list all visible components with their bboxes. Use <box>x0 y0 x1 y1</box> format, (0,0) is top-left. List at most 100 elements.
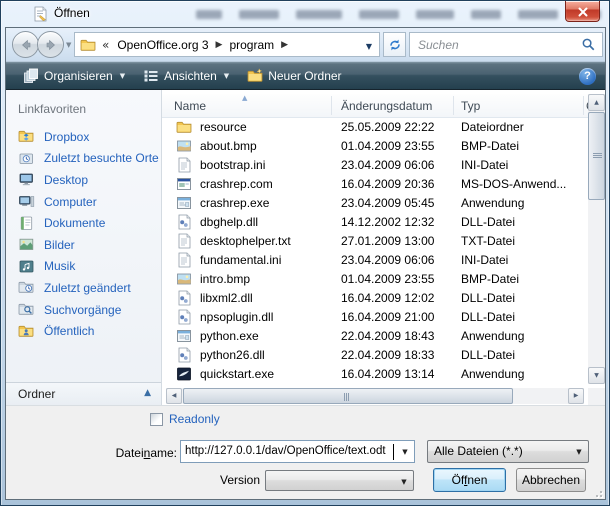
version-dropdown-icon[interactable]: ▼ <box>396 472 412 489</box>
back-button[interactable] <box>12 31 39 58</box>
history-dropdown-icon[interactable]: ▼ <box>66 41 71 49</box>
table-row[interactable]: python26.dll22.04.2009 18:33DLL-Datei <box>162 346 588 365</box>
chevron-down-icon: ▼ <box>224 72 229 80</box>
table-row[interactable]: bootstrap.ini23.04.2009 06:06INI-Datei <box>162 156 588 175</box>
scroll-down-icon[interactable]: ▼ <box>588 367 605 384</box>
scroll-right-icon[interactable]: ▶ <box>568 388 584 404</box>
table-row[interactable]: resource25.05.2009 22:22Dateiordner <box>162 118 588 137</box>
file-rows: resource25.05.2009 22:22Dateiordnerabout… <box>162 118 588 384</box>
file-type: BMP-Datei <box>461 139 519 153</box>
close-button[interactable] <box>565 1 600 22</box>
file-date: 23.04.2009 05:45 <box>341 196 434 210</box>
organize-button[interactable]: Organisieren ▼ <box>14 65 134 87</box>
dialog-client-area: ▼ « OpenOffice.org 3 ▶ program ▶ ▼ <box>5 27 606 500</box>
breadcrumb[interactable]: « OpenOffice.org 3 ▶ program ▶ ▼ <box>74 32 380 57</box>
file-type: Anwendung <box>461 196 524 210</box>
readonly-label[interactable]: Readonly <box>169 412 220 426</box>
sidebar-item-musik[interactable]: Musik <box>6 256 161 278</box>
image-file-icon <box>176 271 192 287</box>
readonly-checkbox[interactable] <box>150 413 163 426</box>
search-placeholder: Suchen <box>418 38 459 52</box>
column-divider[interactable] <box>583 96 584 115</box>
file-type: DLL-Datei <box>461 291 515 305</box>
cancel-button[interactable]: Abbrechen <box>516 468 586 492</box>
column-header-name[interactable]: Name <box>174 99 206 113</box>
table-row[interactable]: dbghelp.dll14.12.2002 12:32DLL-Datei <box>162 213 588 232</box>
sidebar-item-computer[interactable]: Computer <box>6 191 161 213</box>
app-icon <box>176 195 192 211</box>
filetype-select[interactable]: Alle Dateien (*.*) ▼ <box>427 440 589 463</box>
version-select[interactable]: ▼ <box>265 470 414 491</box>
filename-value[interactable]: http://127.0.0.1/dav/OpenOffice/text.odt <box>185 445 386 457</box>
breadcrumb-item[interactable]: program <box>229 38 274 52</box>
help-button[interactable]: ? <box>579 68 596 85</box>
column-divider[interactable] <box>331 96 332 115</box>
sidebar-item-öffentlich[interactable]: Öffentlich <box>6 320 161 342</box>
table-row[interactable]: intro.bmp01.04.2009 23:55BMP-Datei <box>162 270 588 289</box>
file-date: 27.01.2009 13:00 <box>341 234 434 248</box>
sidebar-item-label: Dropbox <box>44 130 89 144</box>
table-row[interactable]: npsoplugin.dll16.04.2009 21:00DLL-Datei <box>162 308 588 327</box>
column-divider[interactable] <box>453 96 454 115</box>
new-folder-button[interactable]: Neuer Ordner <box>238 65 350 87</box>
sidebar-item-desktop[interactable]: Desktop <box>6 169 161 191</box>
scroll-left-icon[interactable]: ◀ <box>166 388 182 404</box>
sidebar-item-suchvorgänge[interactable]: Suchvorgänge <box>6 299 161 321</box>
views-icon <box>143 68 159 84</box>
sort-ascending-icon: ▲ <box>242 94 247 102</box>
thumb-grip <box>593 153 602 159</box>
file-name: desktophelper.txt <box>200 234 291 248</box>
vertical-scrollbar[interactable]: ▲ ▼ <box>588 94 605 384</box>
table-row[interactable]: desktophelper.txt27.01.2009 13:00TXT-Dat… <box>162 232 588 251</box>
table-row[interactable]: about.bmp01.04.2009 23:55BMP-Datei <box>162 137 588 156</box>
filename-input[interactable]: http://127.0.0.1/dav/OpenOffice/text.odt… <box>180 440 415 463</box>
folders-expander[interactable]: Ordner ▲ <box>6 382 161 405</box>
open-button[interactable]: Öffnen <box>433 468 506 492</box>
search-icon[interactable] <box>581 37 596 57</box>
refresh-button[interactable] <box>383 32 406 57</box>
column-header-date[interactable]: Änderungsdatum <box>341 99 432 113</box>
forward-button[interactable] <box>37 31 64 58</box>
vertical-scroll-thumb[interactable] <box>588 112 605 200</box>
table-row[interactable]: crashrep.exe23.04.2009 05:45Anwendung <box>162 194 588 213</box>
filename-label: Dateiname: <box>96 446 177 460</box>
table-row[interactable]: python.exe22.04.2009 18:43Anwendung <box>162 327 588 346</box>
desktop-icon <box>18 171 35 188</box>
breadcrumb-item[interactable]: OpenOffice.org 3 <box>111 38 208 52</box>
dos-app-icon <box>176 176 192 192</box>
breadcrumb-separator-icon[interactable]: ▶ <box>274 40 295 50</box>
app-icon <box>176 328 192 344</box>
chevron-up-icon: ▲ <box>144 388 151 398</box>
filename-dropdown-icon[interactable]: ▼ <box>397 442 413 461</box>
horizontal-scrollbar[interactable]: ◀ ▶ <box>166 388 584 404</box>
resize-grip-icon[interactable] <box>592 487 602 497</box>
sidebar-item-label: Bilder <box>44 238 75 252</box>
table-row[interactable]: crashrep.com16.04.2009 20:36MS-DOS-Anwen… <box>162 175 588 194</box>
sidebar-item-zuletzt-geändert[interactable]: Zuletzt geändert <box>6 277 161 299</box>
breadcrumb-overflow-chevron[interactable]: « <box>100 38 111 52</box>
favorites-sidebar: Linkfavoriten DropboxZuletzt besuchte Or… <box>6 90 162 405</box>
file-type: DLL-Datei <box>461 348 515 362</box>
table-row[interactable]: fundamental.ini23.04.2009 06:06INI-Datei <box>162 251 588 270</box>
column-header-type[interactable]: Typ <box>461 99 480 113</box>
titlebar[interactable]: Öffnen <box>1 1 609 27</box>
text-file-icon <box>176 157 192 173</box>
file-date: 23.04.2009 06:06 <box>341 253 434 267</box>
table-row[interactable]: quickstart.exe16.04.2009 13:14Anwendung <box>162 365 588 384</box>
file-date: 22.04.2009 18:33 <box>341 348 434 362</box>
scroll-up-icon[interactable]: ▲ <box>588 94 605 111</box>
window-title: Öffnen <box>54 6 90 20</box>
open-button-label: Öffnen <box>452 473 488 487</box>
table-row[interactable]: libxml2.dll16.04.2009 12:02DLL-Datei <box>162 289 588 308</box>
sidebar-item-bilder[interactable]: Bilder <box>6 234 161 256</box>
horizontal-scroll-thumb[interactable] <box>183 388 513 404</box>
breadcrumb-separator-icon[interactable]: ▶ <box>209 40 230 50</box>
sidebar-item-dokumente[interactable]: Dokumente <box>6 212 161 234</box>
filetype-dropdown-icon[interactable]: ▼ <box>571 442 587 461</box>
sidebar-item-zuletzt-besuchte-orte[interactable]: Zuletzt besuchte Orte <box>6 148 161 170</box>
views-button[interactable]: Ansichten ▼ <box>134 65 238 87</box>
sidebar-item-dropbox[interactable]: Dropbox <box>6 126 161 148</box>
breadcrumb-dropdown-icon[interactable]: ▼ <box>366 42 372 51</box>
sidebar-item-label: Dokumente <box>44 216 105 230</box>
search-input[interactable]: Suchen <box>409 32 603 57</box>
